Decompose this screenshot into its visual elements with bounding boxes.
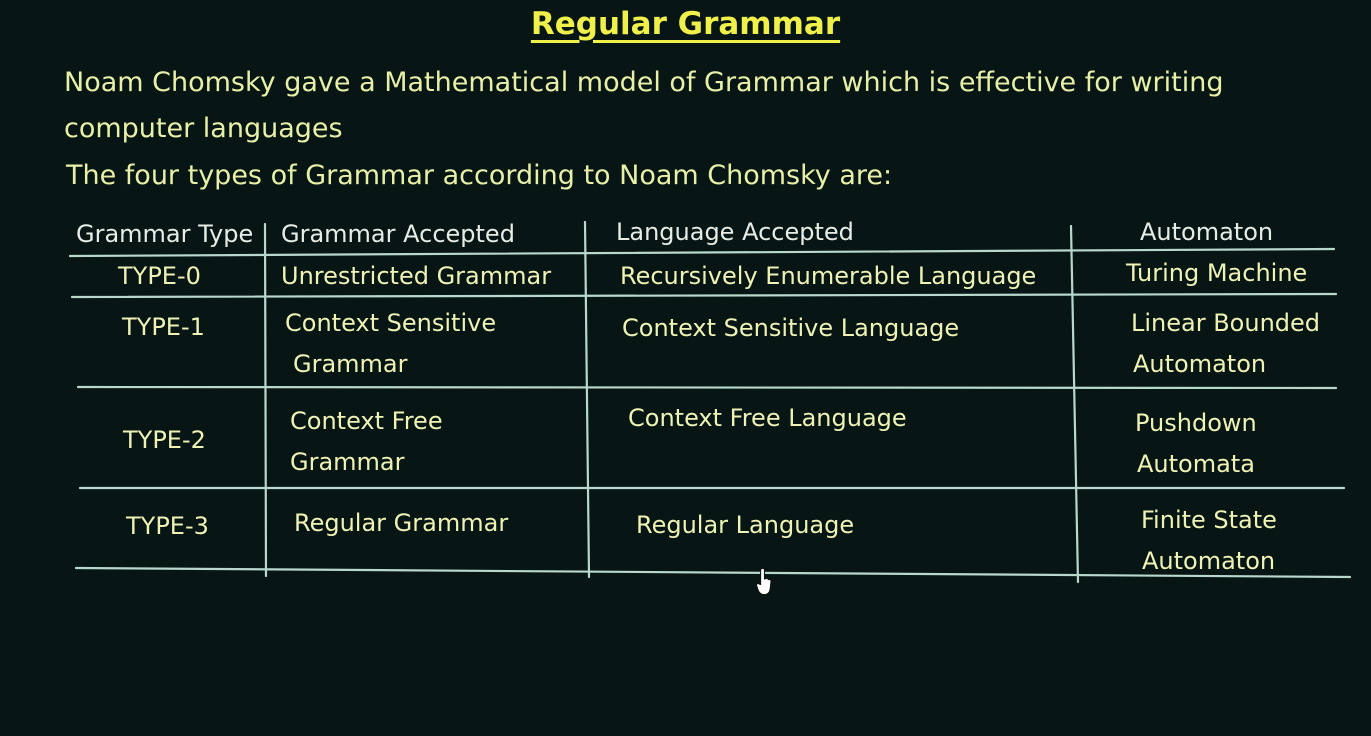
table-divider-2 [583, 220, 591, 579]
table-rule-row-1 [76, 385, 1338, 390]
row-0-automaton-line-1: Turing Machine [1126, 259, 1308, 287]
header-grammar-type: Grammar Type [76, 220, 254, 248]
row-1-grammar-line-2: Grammar [293, 350, 408, 378]
row-3-type: TYPE-3 [126, 512, 209, 540]
row-2-automaton-line-2: Automata [1137, 450, 1255, 478]
row-1-type: TYPE-1 [122, 313, 205, 341]
row-1-grammar-line-1: Context Sensitive [285, 309, 497, 337]
hand-pointer-icon [756, 568, 772, 596]
row-2-automaton-line-1: Pushdown [1135, 409, 1257, 437]
row-2-grammar-line-2: Grammar [290, 448, 405, 476]
table-divider-3 [1069, 224, 1080, 584]
row-1-automaton-line-2: Automaton [1133, 350, 1267, 378]
header-language-accepted: Language Accepted [616, 218, 854, 246]
row-1-language: Context Sensitive Language [622, 314, 960, 342]
row-0-language: Recursively Enumerable Language [620, 262, 1037, 290]
header-grammar-accepted: Grammar Accepted [281, 220, 515, 248]
row-0-grammar-line-1: Unrestricted Grammar [281, 262, 552, 290]
table-divider-1 [263, 222, 268, 578]
row-1-automaton-line-1: Linear Bounded [1131, 309, 1321, 337]
header-automaton: Automaton [1140, 218, 1274, 246]
row-2-language: Context Free Language [628, 404, 907, 432]
row-2-grammar-line-1: Context Free [290, 407, 443, 435]
row-3-automaton-line-1: Finite State [1141, 506, 1277, 534]
row-2-type: TYPE-2 [123, 426, 206, 454]
row-3-automaton-line-2: Automaton [1142, 547, 1276, 575]
row-0-type: TYPE-0 [118, 262, 201, 290]
row-3-language: Regular Language [636, 511, 855, 539]
row-3-grammar-line-1: Regular Grammar [294, 509, 509, 537]
